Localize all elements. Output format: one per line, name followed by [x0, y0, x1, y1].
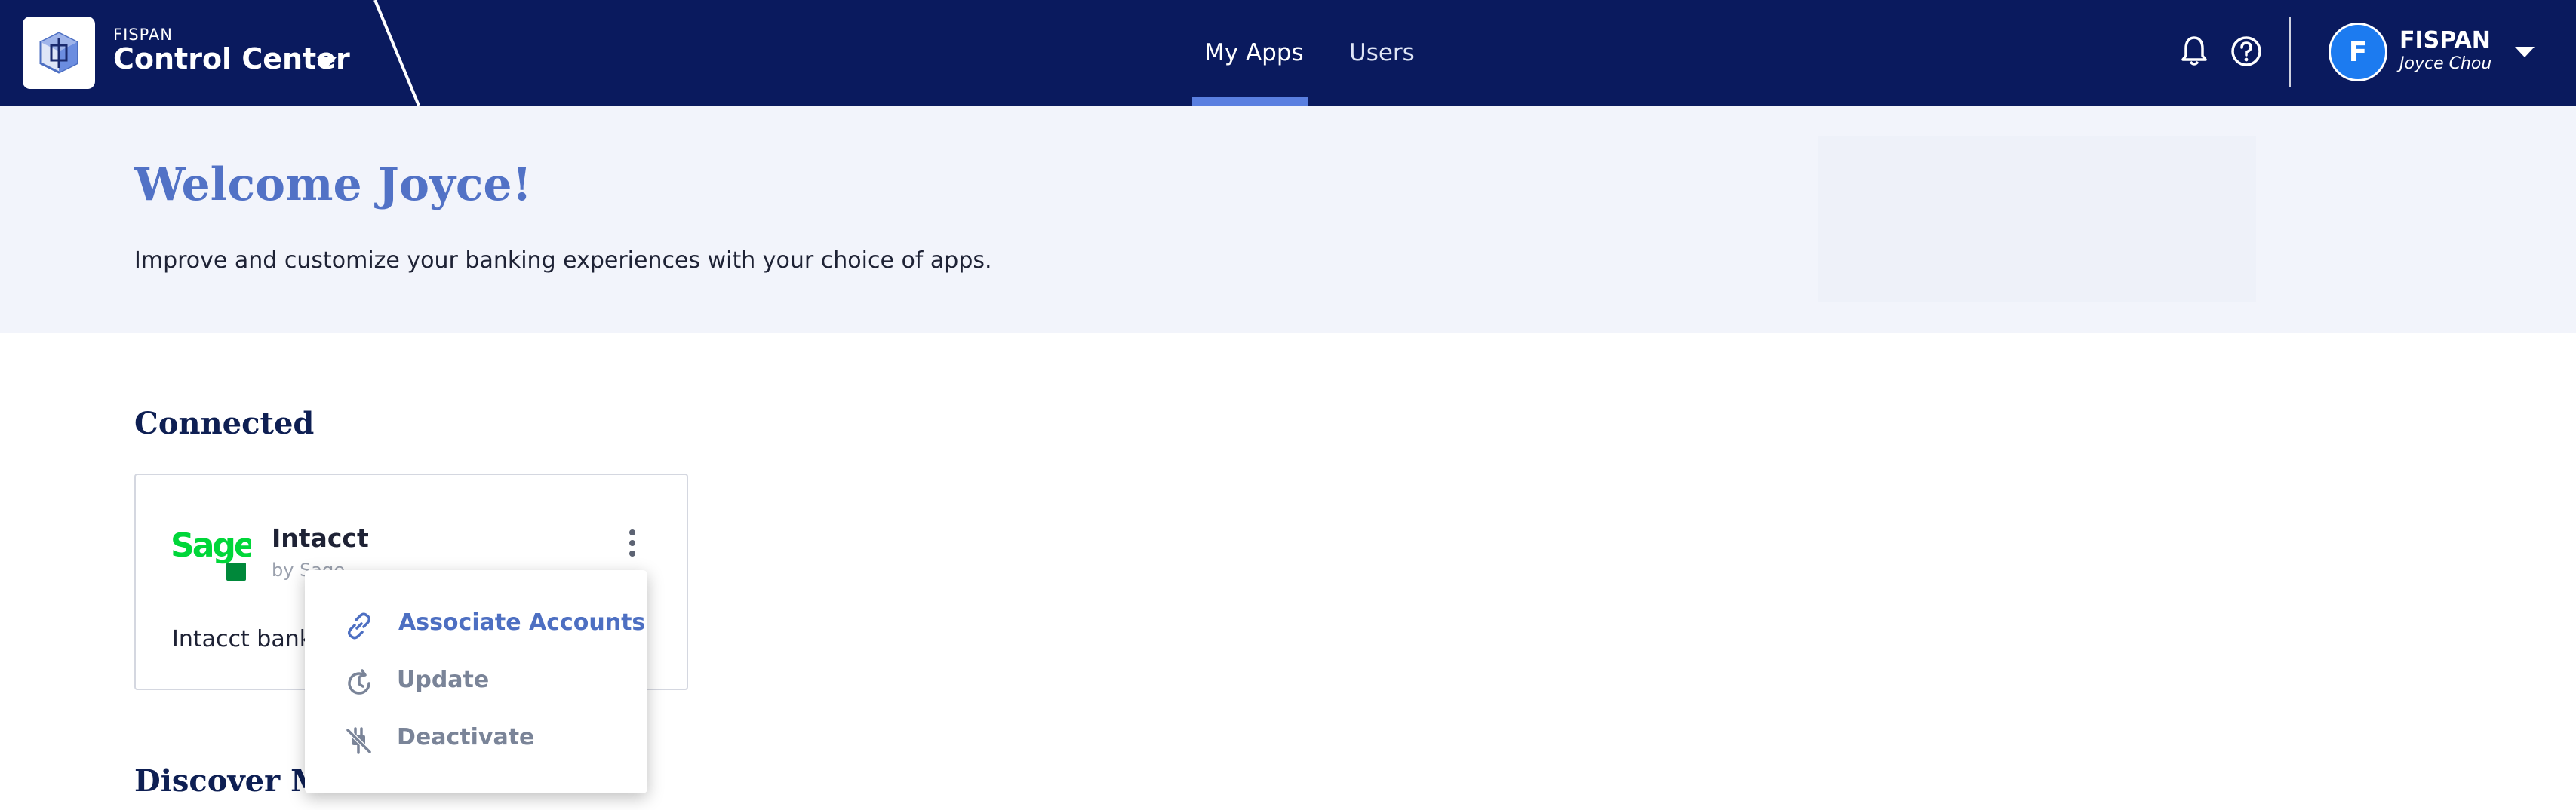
connected-section-title: Connected — [134, 406, 315, 441]
menu-item-deactivate[interactable]: Deactivate — [305, 710, 647, 765]
user-menu-chevron-icon[interactable] — [2515, 47, 2535, 57]
welcome-title: Welcome Joyce! — [134, 158, 532, 211]
divider-slash — [373, 0, 420, 106]
app-description: Intacct bank — [172, 626, 313, 652]
app-options-menu: Associate Accounts Update Deactivate — [305, 570, 647, 793]
menu-item-update[interactable]: Update — [305, 653, 647, 707]
bell-icon[interactable] — [2181, 35, 2208, 68]
unplug-icon — [346, 727, 372, 754]
user-name: Joyce Chou — [2399, 54, 2492, 73]
update-icon — [348, 669, 370, 695]
menu-item-label: Associate Accounts — [398, 609, 646, 636]
top-navigation-bar: FISPAN Control Center My Apps Users F FI… — [0, 0, 2576, 106]
menu-item-label: Update — [397, 667, 490, 693]
link-icon — [348, 612, 370, 640]
svg-text:Sage: Sage — [171, 526, 251, 565]
menu-item-label: Deactivate — [397, 724, 535, 750]
sage-logo: Sage — [171, 526, 251, 581]
more-options-icon[interactable] — [623, 528, 641, 558]
avatar[interactable]: F — [2329, 23, 2387, 81]
app-name: Intacct — [272, 523, 369, 553]
user-org-name: FISPAN — [2399, 27, 2491, 54]
help-icon[interactable] — [2230, 35, 2263, 68]
welcome-subtitle: Improve and customize your banking exper… — [134, 247, 992, 274]
active-tab-indicator — [1192, 97, 1308, 106]
banner-illustration-area — [1818, 136, 2256, 302]
menu-item-associate-accounts[interactable]: Associate Accounts — [305, 596, 647, 650]
header-divider — [2289, 17, 2291, 87]
tab-my-apps[interactable]: My Apps — [1204, 39, 1304, 66]
tab-users[interactable]: Users — [1349, 39, 1415, 66]
